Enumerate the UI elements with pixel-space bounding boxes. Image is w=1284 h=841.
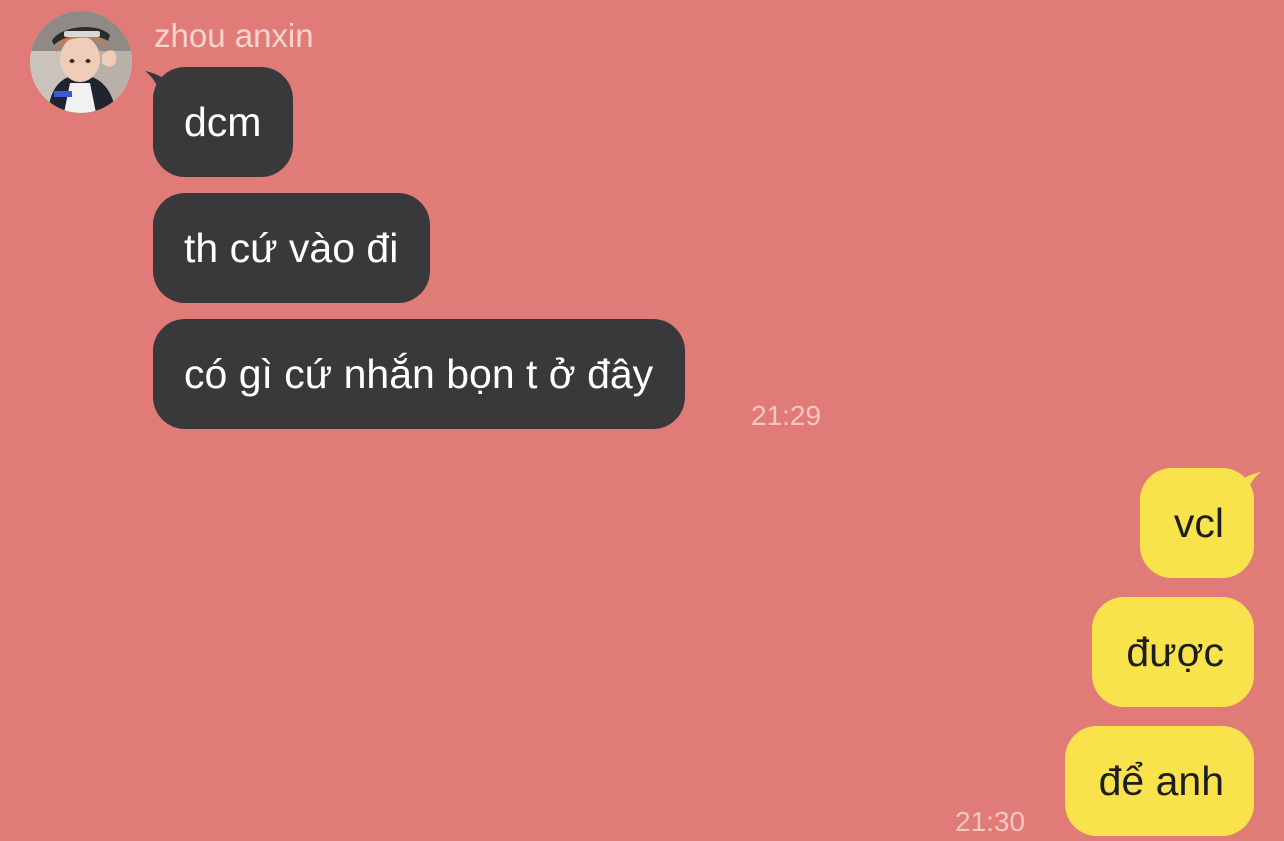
message-text: có gì cứ nhắn bọn t ở đây <box>184 351 654 397</box>
profile-photo-icon <box>30 11 132 113</box>
message-text: để anh <box>1098 758 1224 804</box>
incoming-timestamp: 21:29 <box>751 400 822 431</box>
outgoing-timestamp: 21:30 <box>955 806 1026 837</box>
outgoing-message[interactable]: để anh <box>1064 726 1254 836</box>
incoming-message[interactable]: dcm <box>153 67 294 177</box>
incoming-message[interactable]: có gì cứ nhắn bọn t ở đây <box>153 319 686 429</box>
message-text: dcm <box>184 99 262 145</box>
outgoing-message[interactable]: được <box>1092 597 1254 707</box>
outgoing-message[interactable]: vcl <box>1139 468 1254 578</box>
message-text: vcl <box>1173 500 1224 546</box>
incoming-message[interactable]: th cứ vào đi <box>153 193 431 303</box>
contact-name: zhou anxin <box>154 17 314 54</box>
message-text: th cứ vào đi <box>184 225 399 271</box>
message-text: được <box>1126 629 1224 675</box>
contact-avatar[interactable] <box>30 11 132 113</box>
